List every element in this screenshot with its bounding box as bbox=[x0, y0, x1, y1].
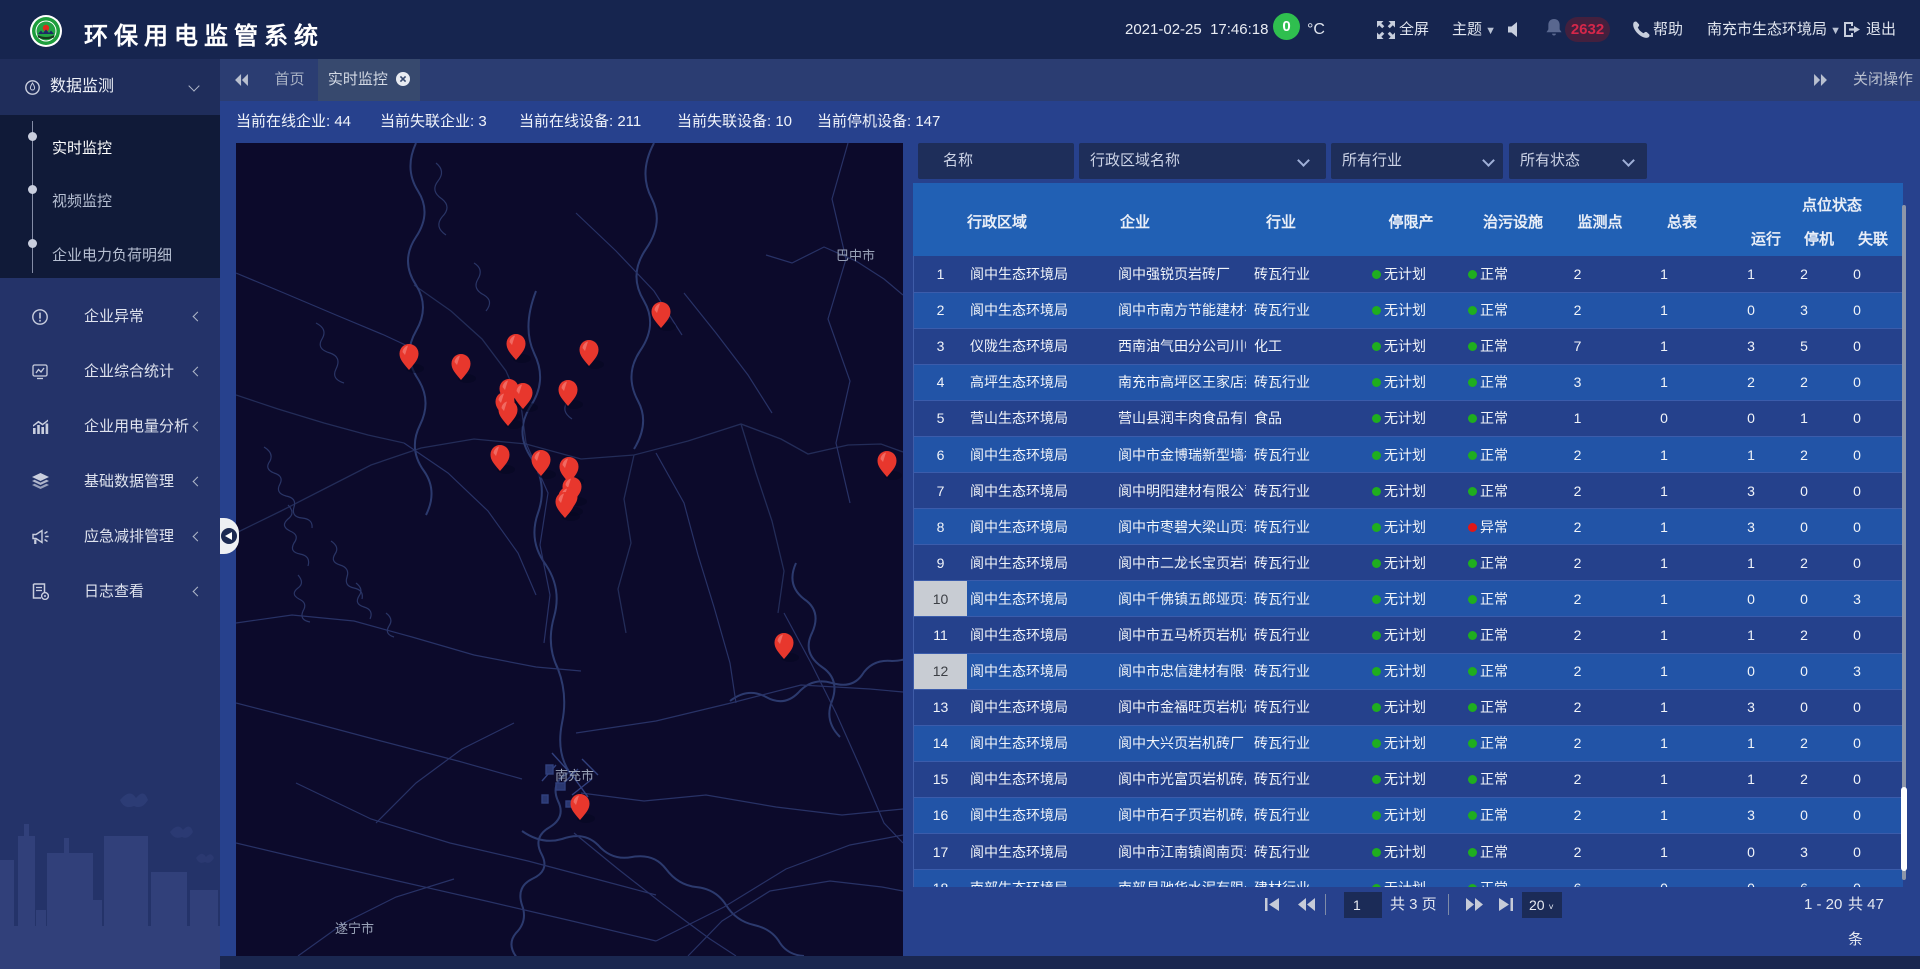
svg-text:遂宁市: 遂宁市 bbox=[335, 921, 374, 936]
svg-text:巴中市: 巴中市 bbox=[836, 248, 875, 263]
svg-text:南充市: 南充市 bbox=[555, 768, 594, 783]
